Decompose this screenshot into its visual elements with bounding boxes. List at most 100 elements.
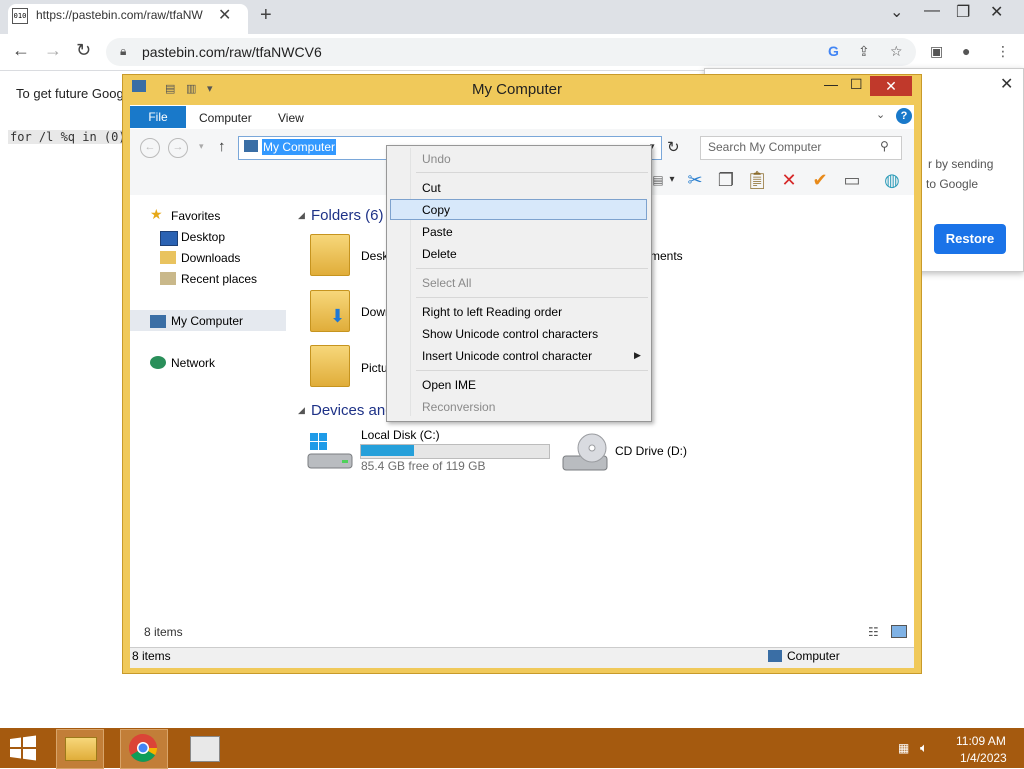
disk-free-text: 85.4 GB free of 119 GB xyxy=(361,459,486,473)
lock-icon[interactable]: 🔒︎ xyxy=(120,44,126,59)
star-icon: ★ xyxy=(150,206,163,222)
cd-drive-label[interactable]: CD Drive (D:) xyxy=(615,444,687,458)
chevron-down-icon[interactable]: ⌄ xyxy=(890,2,903,22)
menu-item-open-ime[interactable]: Open IME xyxy=(422,378,476,392)
item-count: 8 items xyxy=(144,625,183,639)
close-tab-icon[interactable]: ✕ xyxy=(218,5,231,25)
minimize-button[interactable]: — xyxy=(824,76,838,92)
back-button[interactable]: ← xyxy=(140,138,160,158)
forward-button[interactable]: → xyxy=(168,138,188,158)
chevron-down-icon[interactable]: ▾ xyxy=(660,168,684,192)
new-folder-icon[interactable]: ▥ xyxy=(186,82,196,95)
desktop-icon xyxy=(160,231,178,246)
nav-desktop[interactable]: Desktop xyxy=(181,230,225,244)
side-panel-icon[interactable]: ▣ xyxy=(930,43,943,60)
globe-icon[interactable]: ◍ xyxy=(880,168,904,192)
minimize-button[interactable]: — xyxy=(924,2,940,20)
delete-icon[interactable]: ✕ xyxy=(777,168,801,192)
search-placeholder: Search My Computer xyxy=(708,140,822,154)
tab-file[interactable]: File xyxy=(130,106,186,128)
large-icons-view-icon[interactable] xyxy=(891,625,907,638)
refresh-icon[interactable]: ↻ xyxy=(667,138,680,156)
copy-icon[interactable]: ❐ xyxy=(714,168,738,192)
close-button[interactable]: ✕ xyxy=(870,76,912,96)
folder-pictures[interactable]: Pictu xyxy=(361,361,388,375)
search-icon[interactable]: ⚲ xyxy=(880,139,889,153)
reload-button[interactable]: ↻ xyxy=(76,40,91,61)
bookmark-star-icon[interactable]: ☆ xyxy=(890,43,903,60)
tab-view[interactable]: View xyxy=(278,111,304,125)
menu-item-show-unicode[interactable]: Show Unicode control characters xyxy=(422,327,598,341)
back-button[interactable]: ← xyxy=(12,40,30,61)
recent-places-icon xyxy=(160,272,176,285)
properties-icon[interactable]: ▤ xyxy=(165,82,175,95)
maximize-button[interactable]: ☐ xyxy=(850,76,863,93)
collapse-icon[interactable]: ◢ xyxy=(298,405,305,416)
new-tab-button[interactable]: + xyxy=(260,4,272,27)
restore-button[interactable]: Restore xyxy=(934,224,1006,254)
nav-downloads[interactable]: Downloads xyxy=(181,251,240,265)
nav-favorites[interactable]: Favorites xyxy=(171,209,220,223)
menu-item-paste[interactable]: Paste xyxy=(422,225,453,239)
forward-button[interactable]: → xyxy=(44,40,62,61)
expand-ribbon-icon[interactable]: ⌄ xyxy=(876,108,885,121)
nav-recent-places[interactable]: Recent places xyxy=(181,272,257,286)
local-disk-label[interactable]: Local Disk (C:) xyxy=(361,428,440,442)
tab-computer[interactable]: Computer xyxy=(199,111,252,125)
local-disk-icon[interactable] xyxy=(306,432,354,470)
menu-item-rtl-reading[interactable]: Right to left Reading order xyxy=(422,305,562,319)
devices-header[interactable]: Devices and xyxy=(311,402,394,419)
menu-item-delete[interactable]: Delete xyxy=(422,247,457,261)
pictures-folder-icon[interactable] xyxy=(310,345,350,387)
volume-icon[interactable]: 🔈︎ xyxy=(920,740,928,756)
menu-item-insert-unicode[interactable]: Insert Unicode control character xyxy=(422,349,592,363)
status-zone-label: Computer xyxy=(787,649,840,663)
page-icon: 010 xyxy=(12,8,28,24)
menu-item-copy[interactable]: Copy xyxy=(422,203,450,217)
google-icon[interactable]: G xyxy=(828,43,839,59)
menu-item-cut[interactable]: Cut xyxy=(422,181,441,195)
address-text[interactable]: My Computer xyxy=(262,139,337,155)
folder-documents[interactable]: ments xyxy=(650,249,683,263)
close-window-button[interactable]: ✕ xyxy=(990,2,1003,22)
computer-icon xyxy=(768,650,782,662)
url-text[interactable]: pastebin.com/raw/tfaNWCV6 xyxy=(142,44,322,60)
folder-icon xyxy=(65,737,97,761)
menu-separator xyxy=(416,297,648,298)
customize-toolbar-icon[interactable]: ▾ xyxy=(207,82,213,95)
details-view-icon[interactable]: ☷ xyxy=(868,625,879,639)
desktop-folder-icon[interactable] xyxy=(310,234,350,276)
downloads-icon xyxy=(160,251,176,264)
computer-icon xyxy=(150,315,166,328)
recent-locations-icon[interactable]: ▾ xyxy=(199,141,204,152)
menu-item-undo[interactable]: Undo xyxy=(422,152,451,166)
close-icon[interactable]: ✕ xyxy=(1000,74,1013,94)
help-icon[interactable]: ? xyxy=(896,108,912,124)
nav-my-computer[interactable]: My Computer xyxy=(171,314,243,328)
tab-title: https://pastebin.com/raw/tfaNW xyxy=(36,8,203,22)
restore-window-button[interactable]: ❐ xyxy=(956,2,970,22)
cd-drive-icon[interactable] xyxy=(562,432,608,472)
computer-icon xyxy=(132,80,146,92)
clock-date[interactable]: 1/4/2023 xyxy=(960,751,1007,765)
profile-avatar-icon[interactable]: ● xyxy=(962,43,970,59)
nav-network[interactable]: Network xyxy=(171,356,215,370)
folders-header[interactable]: Folders (6) xyxy=(311,207,384,224)
menu-item-select-all[interactable]: Select All xyxy=(422,276,471,290)
windows-start-button[interactable] xyxy=(8,735,38,761)
paste-content: for /l %q in (0) xyxy=(8,130,128,144)
clock-time[interactable]: 11:09 AM xyxy=(956,734,1006,748)
share-icon[interactable]: ⇪ xyxy=(858,43,870,60)
collapse-icon[interactable]: ◢ xyxy=(298,210,305,221)
paste-icon[interactable]: 📋︎ xyxy=(745,168,769,192)
chrome-icon xyxy=(129,734,157,762)
infobar-text: To get future Goog xyxy=(16,86,124,101)
check-icon[interactable]: ✔ xyxy=(808,168,832,192)
chrome-menu-icon[interactable]: ⋮ xyxy=(996,43,1010,60)
task-manager-icon[interactable] xyxy=(190,736,220,762)
cut-icon[interactable]: ✂ xyxy=(683,168,707,192)
network-tray-icon[interactable]: ▦ xyxy=(898,741,909,755)
rename-icon[interactable]: ▭ xyxy=(840,168,864,192)
menu-item-reconversion[interactable]: Reconversion xyxy=(422,400,495,414)
up-arrow-icon[interactable]: ↑ xyxy=(218,138,226,155)
